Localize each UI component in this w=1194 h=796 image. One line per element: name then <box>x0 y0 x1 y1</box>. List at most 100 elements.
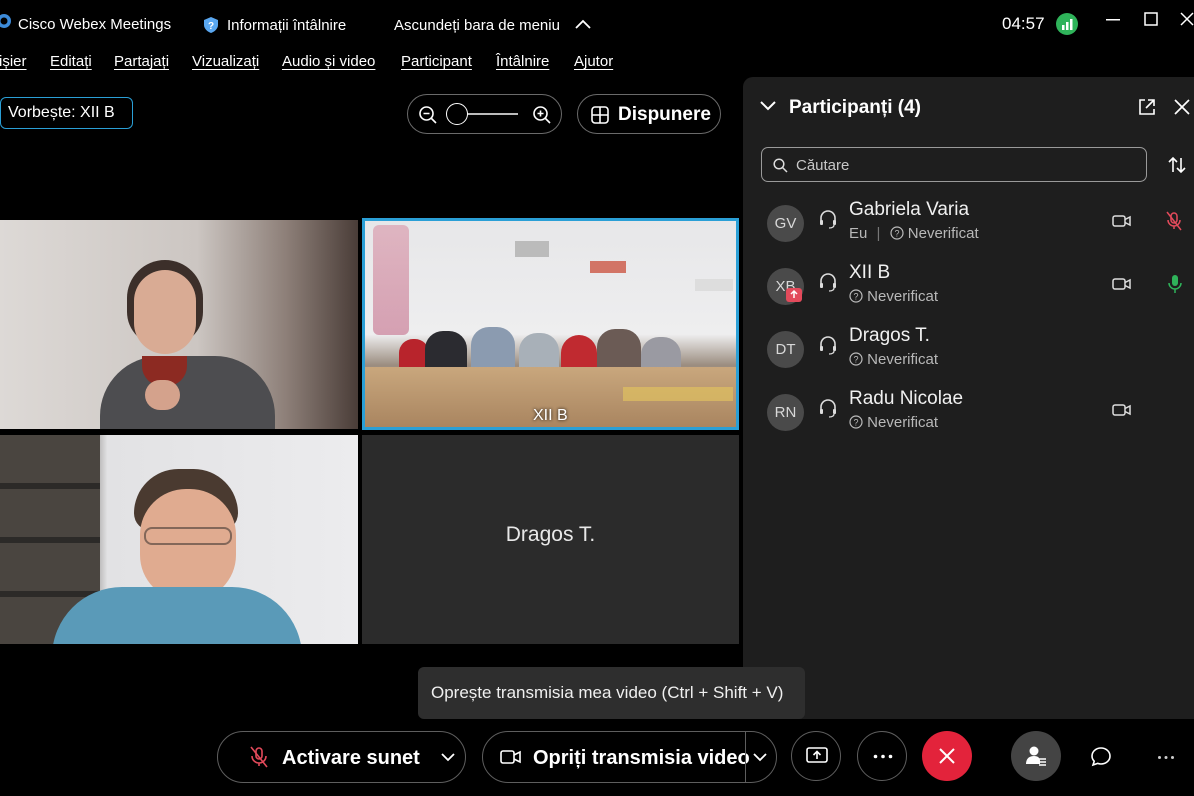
menu-view[interactable]: Vizualizați <box>192 53 259 70</box>
zoom-control <box>407 94 562 134</box>
mic-muted-icon[interactable] <box>1166 211 1182 231</box>
layout-label: Dispunere <box>618 104 711 125</box>
participant-status: ? Neverificat <box>849 351 938 368</box>
participant-name: XII B <box>849 262 891 283</box>
zoom-in-icon[interactable] <box>532 105 552 125</box>
question-circle-icon: ? <box>849 352 863 366</box>
video-tile-xiib[interactable]: XII B <box>362 218 739 430</box>
maximize-icon[interactable] <box>1144 12 1158 26</box>
stop-video-label: Opriți transmisia video <box>533 747 750 769</box>
video-tile-radu[interactable] <box>0 435 358 644</box>
svg-text:?: ? <box>853 292 858 302</box>
verification-status: Neverificat <box>907 225 979 242</box>
video-camera-icon <box>1112 213 1132 229</box>
verification-status: Neverificat <box>867 288 939 305</box>
headset-icon <box>818 209 838 229</box>
meeting-info-button[interactable]: ? Informații întâlnire <box>203 13 363 37</box>
end-meeting-button[interactable] <box>922 731 972 781</box>
title-bar: Cisco Webex Meetings ? Informații întâln… <box>0 0 1194 46</box>
search-icon <box>773 158 788 173</box>
video-tile-gabriela[interactable] <box>0 220 358 429</box>
stop-video-button[interactable]: Opriți transmisia video <box>483 732 750 782</box>
menu-help[interactable]: Ajutor <box>574 53 613 70</box>
students-group <box>399 321 689 367</box>
menu-file[interactable]: ișier <box>0 53 27 70</box>
question-circle-icon: ? <box>849 289 863 303</box>
video-person <box>52 469 302 644</box>
sort-icon[interactable] <box>1167 155 1187 175</box>
share-button[interactable] <box>791 731 841 781</box>
shield-icon: ? <box>203 16 219 34</box>
zoom-slider-thumb[interactable] <box>446 103 468 125</box>
menu-edit[interactable]: Editați <box>50 53 92 70</box>
participant-name: Radu Nicolae <box>849 388 964 409</box>
webex-meeting-window: Cisco Webex Meetings ? Informații întâln… <box>0 0 1194 796</box>
network-health-icon[interactable] <box>1056 13 1078 35</box>
video-options-divider <box>745 732 746 782</box>
self-label: Eu <box>849 225 868 242</box>
participant-row[interactable]: GV Gabriela Varia Eu | ? Neverificat <box>743 197 1194 257</box>
zoom-out-icon[interactable] <box>418 105 438 125</box>
participant-search-input[interactable]: Căutare <box>761 147 1147 182</box>
menu-share[interactable]: Partajați <box>114 53 169 70</box>
svg-text:?: ? <box>894 229 899 239</box>
menu-bar: ișier Editați Partajați Vizualizați Audi… <box>0 46 740 76</box>
menu-audio-video[interactable]: Audio și video <box>282 53 375 70</box>
search-placeholder: Căutare <box>796 157 850 174</box>
clock: 04:57 <box>1002 14 1045 33</box>
participant-row[interactable]: XB XII B ? Neverificat <box>743 260 1194 320</box>
close-icon <box>938 747 956 765</box>
classroom-decor <box>373 225 409 335</box>
svg-text:?: ? <box>853 355 858 365</box>
more-options-button[interactable] <box>857 731 907 781</box>
minimize-icon[interactable] <box>1106 18 1120 22</box>
hide-menu-bar-button[interactable]: Ascundeți bara de meniu <box>394 13 594 37</box>
close-window-icon[interactable] <box>1180 12 1194 26</box>
unmute-control: Activare sunet <box>217 731 466 783</box>
avatar: GV <box>767 205 804 242</box>
participants-toggle-button[interactable] <box>1011 731 1061 781</box>
video-camera-icon <box>500 748 522 766</box>
close-panel-icon[interactable] <box>1174 99 1190 115</box>
menu-meeting[interactable]: Întâlnire <box>496 53 549 70</box>
participant-row[interactable]: RN Radu Nicolae ? Neverificat <box>743 386 1194 446</box>
unmute-button[interactable]: Activare sunet <box>218 732 428 782</box>
video-person <box>100 260 275 429</box>
avatar: DT <box>767 331 804 368</box>
layout-button[interactable]: Dispunere <box>577 94 721 134</box>
more-horizontal-icon <box>873 754 893 759</box>
menu-participant[interactable]: Participant <box>401 53 472 70</box>
video-tile-dragos[interactable]: Dragos T. <box>362 435 739 644</box>
zoom-slider[interactable] <box>446 103 518 125</box>
more-panels-icon[interactable] <box>1157 755 1175 760</box>
chevron-up-icon <box>575 18 591 30</box>
share-screen-icon <box>806 746 828 766</box>
question-circle-icon: ? <box>890 226 904 240</box>
sharing-badge-icon <box>786 288 802 302</box>
headset-icon <box>818 335 838 355</box>
classroom-decor <box>590 261 626 273</box>
participant-status: ? Neverificat <box>849 414 938 431</box>
participant-row[interactable]: DT Dragos T. ? Neverificat <box>743 323 1194 383</box>
classroom-desk-edge <box>623 387 733 401</box>
verification-status: Neverificat <box>867 351 939 368</box>
audio-options-chevron-icon[interactable] <box>441 752 455 762</box>
mic-active-icon[interactable] <box>1168 274 1182 294</box>
video-options-chevron-icon[interactable] <box>753 752 767 762</box>
participant-status: ? Neverificat <box>849 288 938 305</box>
question-circle-icon: ? <box>849 415 863 429</box>
tile-name-label: Dragos T. <box>505 523 596 546</box>
participants-title: Participanți (4) <box>789 97 921 118</box>
video-camera-icon <box>1112 402 1132 418</box>
classroom-decor <box>695 279 733 291</box>
pop-out-icon[interactable] <box>1138 98 1156 116</box>
participants-panel: Participanți (4) Căutare GV Gabriela Var… <box>743 77 1194 719</box>
svg-text:?: ? <box>853 418 858 428</box>
video-control: Opriți transmisia video <box>482 731 777 783</box>
active-speaker-badge: Vorbește: XII B <box>0 97 133 129</box>
collapse-chevron-icon[interactable] <box>759 100 777 112</box>
chat-icon[interactable] <box>1089 745 1113 769</box>
app-title: Cisco Webex Meetings <box>18 16 172 33</box>
video-camera-icon <box>1112 276 1132 292</box>
status-divider: | <box>876 225 881 242</box>
